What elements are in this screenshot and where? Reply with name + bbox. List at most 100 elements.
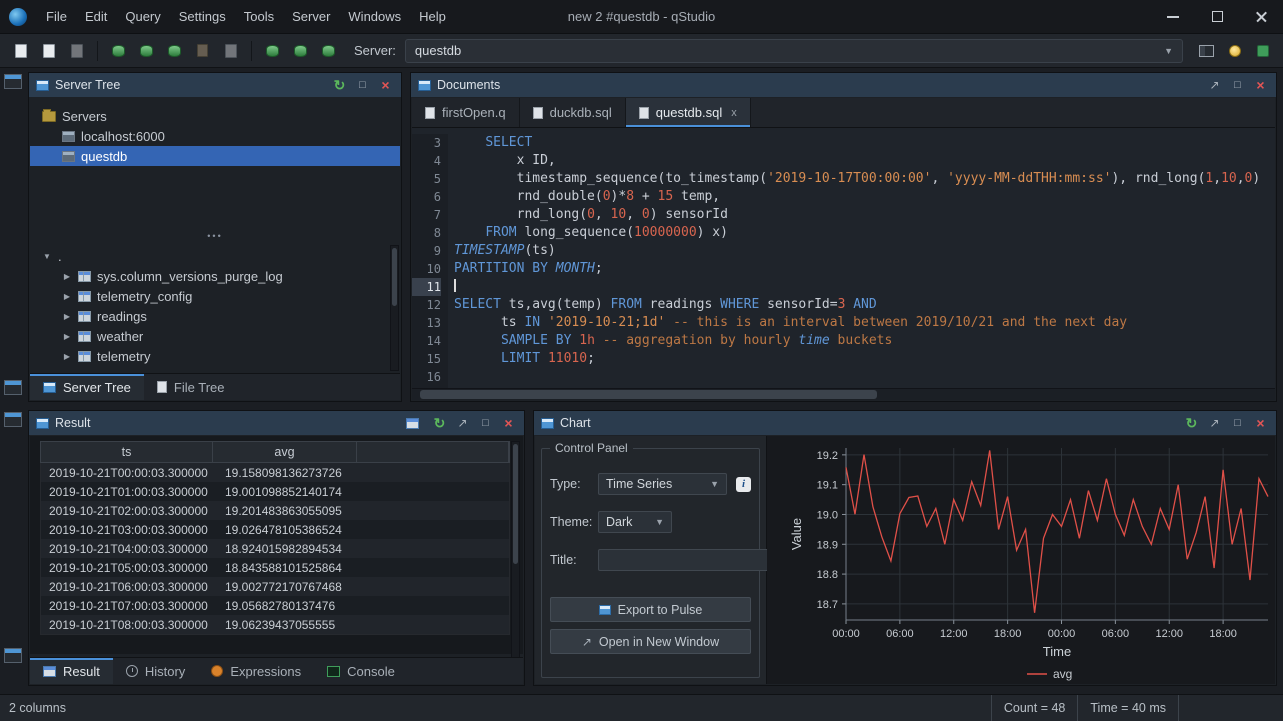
connect-server-button[interactable] bbox=[316, 38, 341, 63]
file-icon bbox=[533, 107, 543, 119]
tree-item-table[interactable]: ▶ telemetry bbox=[30, 346, 400, 366]
popout-panel-icon[interactable]: ↗ bbox=[1206, 415, 1223, 432]
menu-item[interactable]: Server bbox=[283, 0, 339, 34]
folder-icon bbox=[42, 111, 56, 122]
export-result-icon[interactable] bbox=[406, 418, 419, 429]
menu-item[interactable]: Windows bbox=[339, 0, 410, 34]
edit-server-button[interactable] bbox=[134, 38, 159, 63]
tab-result[interactable]: Result bbox=[30, 658, 113, 684]
tab-server-tree[interactable]: Server Tree bbox=[30, 374, 144, 400]
server-settings-button[interactable] bbox=[288, 38, 313, 63]
table-row[interactable]: 2019-10-21T02:00:03.300000 19.2014838630… bbox=[41, 501, 509, 520]
editor-code[interactable]: SELECT x ID, timestamp_sequence(to_times… bbox=[448, 134, 1275, 388]
splitter-handle[interactable]: ••• bbox=[30, 229, 400, 242]
tree-item-table[interactable]: ▶ sys.column_versions_purge_log bbox=[30, 266, 400, 286]
close-panel-icon[interactable]: × bbox=[1252, 77, 1269, 94]
tab-expressions[interactable]: Expressions bbox=[198, 658, 314, 684]
maximize-panel-icon[interactable]: □ bbox=[1229, 415, 1246, 432]
tree-scrollbar[interactable] bbox=[390, 245, 399, 371]
refresh-icon[interactable]: ↻ bbox=[331, 77, 348, 94]
table-row[interactable]: 2019-10-21T03:00:03.300000 19.0264781053… bbox=[41, 520, 509, 539]
chart-theme-select[interactable]: Dark ▼ bbox=[598, 511, 672, 533]
menu-item[interactable]: Edit bbox=[76, 0, 116, 34]
window-layout-button[interactable] bbox=[1194, 38, 1219, 63]
document-tabs: firstOpen.qduckdb.sqlquestdb.sqlx bbox=[412, 98, 1275, 128]
expand-arrow-icon[interactable]: ▶ bbox=[62, 332, 72, 341]
menu-item[interactable]: File bbox=[37, 0, 76, 34]
maximize-panel-icon[interactable]: □ bbox=[1229, 77, 1246, 94]
collapse-arrow-icon[interactable]: ▼ bbox=[42, 252, 52, 261]
popout-panel-icon[interactable]: ↗ bbox=[454, 415, 471, 432]
maximize-panel-icon[interactable]: □ bbox=[477, 415, 494, 432]
svg-text:19.1: 19.1 bbox=[817, 480, 838, 492]
table-row[interactable]: 2019-10-21T05:00:03.300000 18.8435881015… bbox=[41, 558, 509, 577]
expand-arrow-icon[interactable]: ▶ bbox=[62, 352, 72, 361]
minimize-button[interactable] bbox=[1151, 0, 1195, 34]
save-document-button[interactable] bbox=[64, 38, 89, 63]
document-tab[interactable]: duckdb.sql bbox=[520, 98, 626, 127]
menu-item[interactable]: Settings bbox=[170, 0, 235, 34]
column-header-ts[interactable]: ts bbox=[41, 442, 213, 462]
expand-arrow-icon[interactable]: ▶ bbox=[62, 292, 72, 301]
dock-panel-icon[interactable] bbox=[4, 412, 22, 427]
table-row[interactable]: 2019-10-21T04:00:03.300000 18.9240159828… bbox=[41, 539, 509, 558]
editor-horizontal-scrollbar[interactable] bbox=[412, 388, 1275, 400]
scrollbar-thumb[interactable] bbox=[420, 390, 877, 399]
tips-button[interactable] bbox=[1222, 38, 1247, 63]
dock-panel-icon[interactable] bbox=[4, 74, 22, 89]
table-row[interactable]: 2019-10-21T06:00:03.300000 19.0027721707… bbox=[41, 577, 509, 596]
dashboard-button[interactable] bbox=[1250, 38, 1275, 63]
menu-item[interactable]: Help bbox=[410, 0, 455, 34]
tab-file-tree[interactable]: File Tree bbox=[144, 374, 238, 400]
refresh-icon[interactable]: ↻ bbox=[431, 415, 448, 432]
menu-item[interactable]: Tools bbox=[235, 0, 283, 34]
tree-item-table[interactable]: ▶ telemetry_config bbox=[30, 286, 400, 306]
refresh-server-icon bbox=[266, 45, 279, 57]
export-to-pulse-button[interactable]: Export to Pulse bbox=[550, 597, 751, 622]
tab-console[interactable]: Console bbox=[314, 658, 408, 684]
paste-button[interactable] bbox=[190, 38, 215, 63]
dock-panel-icon[interactable] bbox=[4, 380, 22, 395]
popout-panel-icon[interactable]: ↗ bbox=[1206, 77, 1223, 94]
server-combobox[interactable]: questdb ▼ bbox=[405, 39, 1183, 63]
tree-item-server-questdb[interactable]: questdb bbox=[30, 146, 400, 166]
refresh-icon[interactable]: ↻ bbox=[1183, 415, 1200, 432]
new-document-button[interactable] bbox=[8, 38, 33, 63]
column-header-avg[interactable]: avg bbox=[213, 442, 357, 462]
clone-server-button[interactable] bbox=[162, 38, 187, 63]
tree-item-table[interactable]: ▶ readings bbox=[30, 306, 400, 326]
tab-history[interactable]: History bbox=[113, 658, 198, 684]
refresh-server-button[interactable] bbox=[260, 38, 285, 63]
maximize-button[interactable] bbox=[1195, 0, 1239, 34]
tree-item-servers-folder[interactable]: Servers bbox=[30, 106, 400, 126]
close-panel-icon[interactable]: × bbox=[377, 77, 394, 94]
document-tab[interactable]: questdb.sqlx bbox=[626, 98, 751, 127]
expand-arrow-icon[interactable]: ▶ bbox=[62, 312, 72, 321]
copy-button[interactable] bbox=[218, 38, 243, 63]
table-row[interactable]: 2019-10-21T07:00:03.300000 19.0568278013… bbox=[41, 596, 509, 615]
table-row[interactable]: 2019-10-21T01:00:03.300000 19.0010988521… bbox=[41, 482, 509, 501]
tree-item-server-localhost[interactable]: localhost:6000 bbox=[30, 126, 400, 146]
tree-item-root[interactable]: ▼ . bbox=[30, 246, 400, 266]
add-server-button[interactable] bbox=[106, 38, 131, 63]
maximize-panel-icon[interactable]: □ bbox=[354, 77, 371, 94]
table-row[interactable]: 2019-10-21T00:00:03.300000 19.1580981362… bbox=[41, 463, 509, 482]
close-panel-icon[interactable]: × bbox=[500, 415, 517, 432]
close-button[interactable] bbox=[1239, 0, 1283, 34]
code-editor[interactable]: 345678910111213141516 SELECT x ID, times… bbox=[412, 128, 1275, 388]
open-in-new-window-button[interactable]: ↗ Open in New Window bbox=[550, 629, 751, 654]
open-document-button[interactable] bbox=[36, 38, 61, 63]
chart-type-select[interactable]: Time Series ▼ bbox=[598, 473, 727, 495]
result-scrollbar[interactable] bbox=[511, 441, 520, 659]
table-row[interactable]: 2019-10-21T08:00:03.300000 19.0623943705… bbox=[41, 615, 509, 634]
info-icon[interactable]: i bbox=[736, 477, 751, 492]
tree-item-table[interactable]: ▶ weather bbox=[30, 326, 400, 346]
menu-item[interactable]: Query bbox=[116, 0, 169, 34]
expand-arrow-icon[interactable]: ▶ bbox=[62, 272, 72, 281]
dock-panel-icon[interactable] bbox=[4, 648, 22, 663]
close-tab-icon[interactable]: x bbox=[729, 107, 737, 119]
close-panel-icon[interactable]: × bbox=[1252, 415, 1269, 432]
chart-title-input[interactable] bbox=[598, 549, 770, 571]
document-tab[interactable]: firstOpen.q bbox=[412, 98, 520, 127]
save-icon bbox=[71, 44, 83, 58]
